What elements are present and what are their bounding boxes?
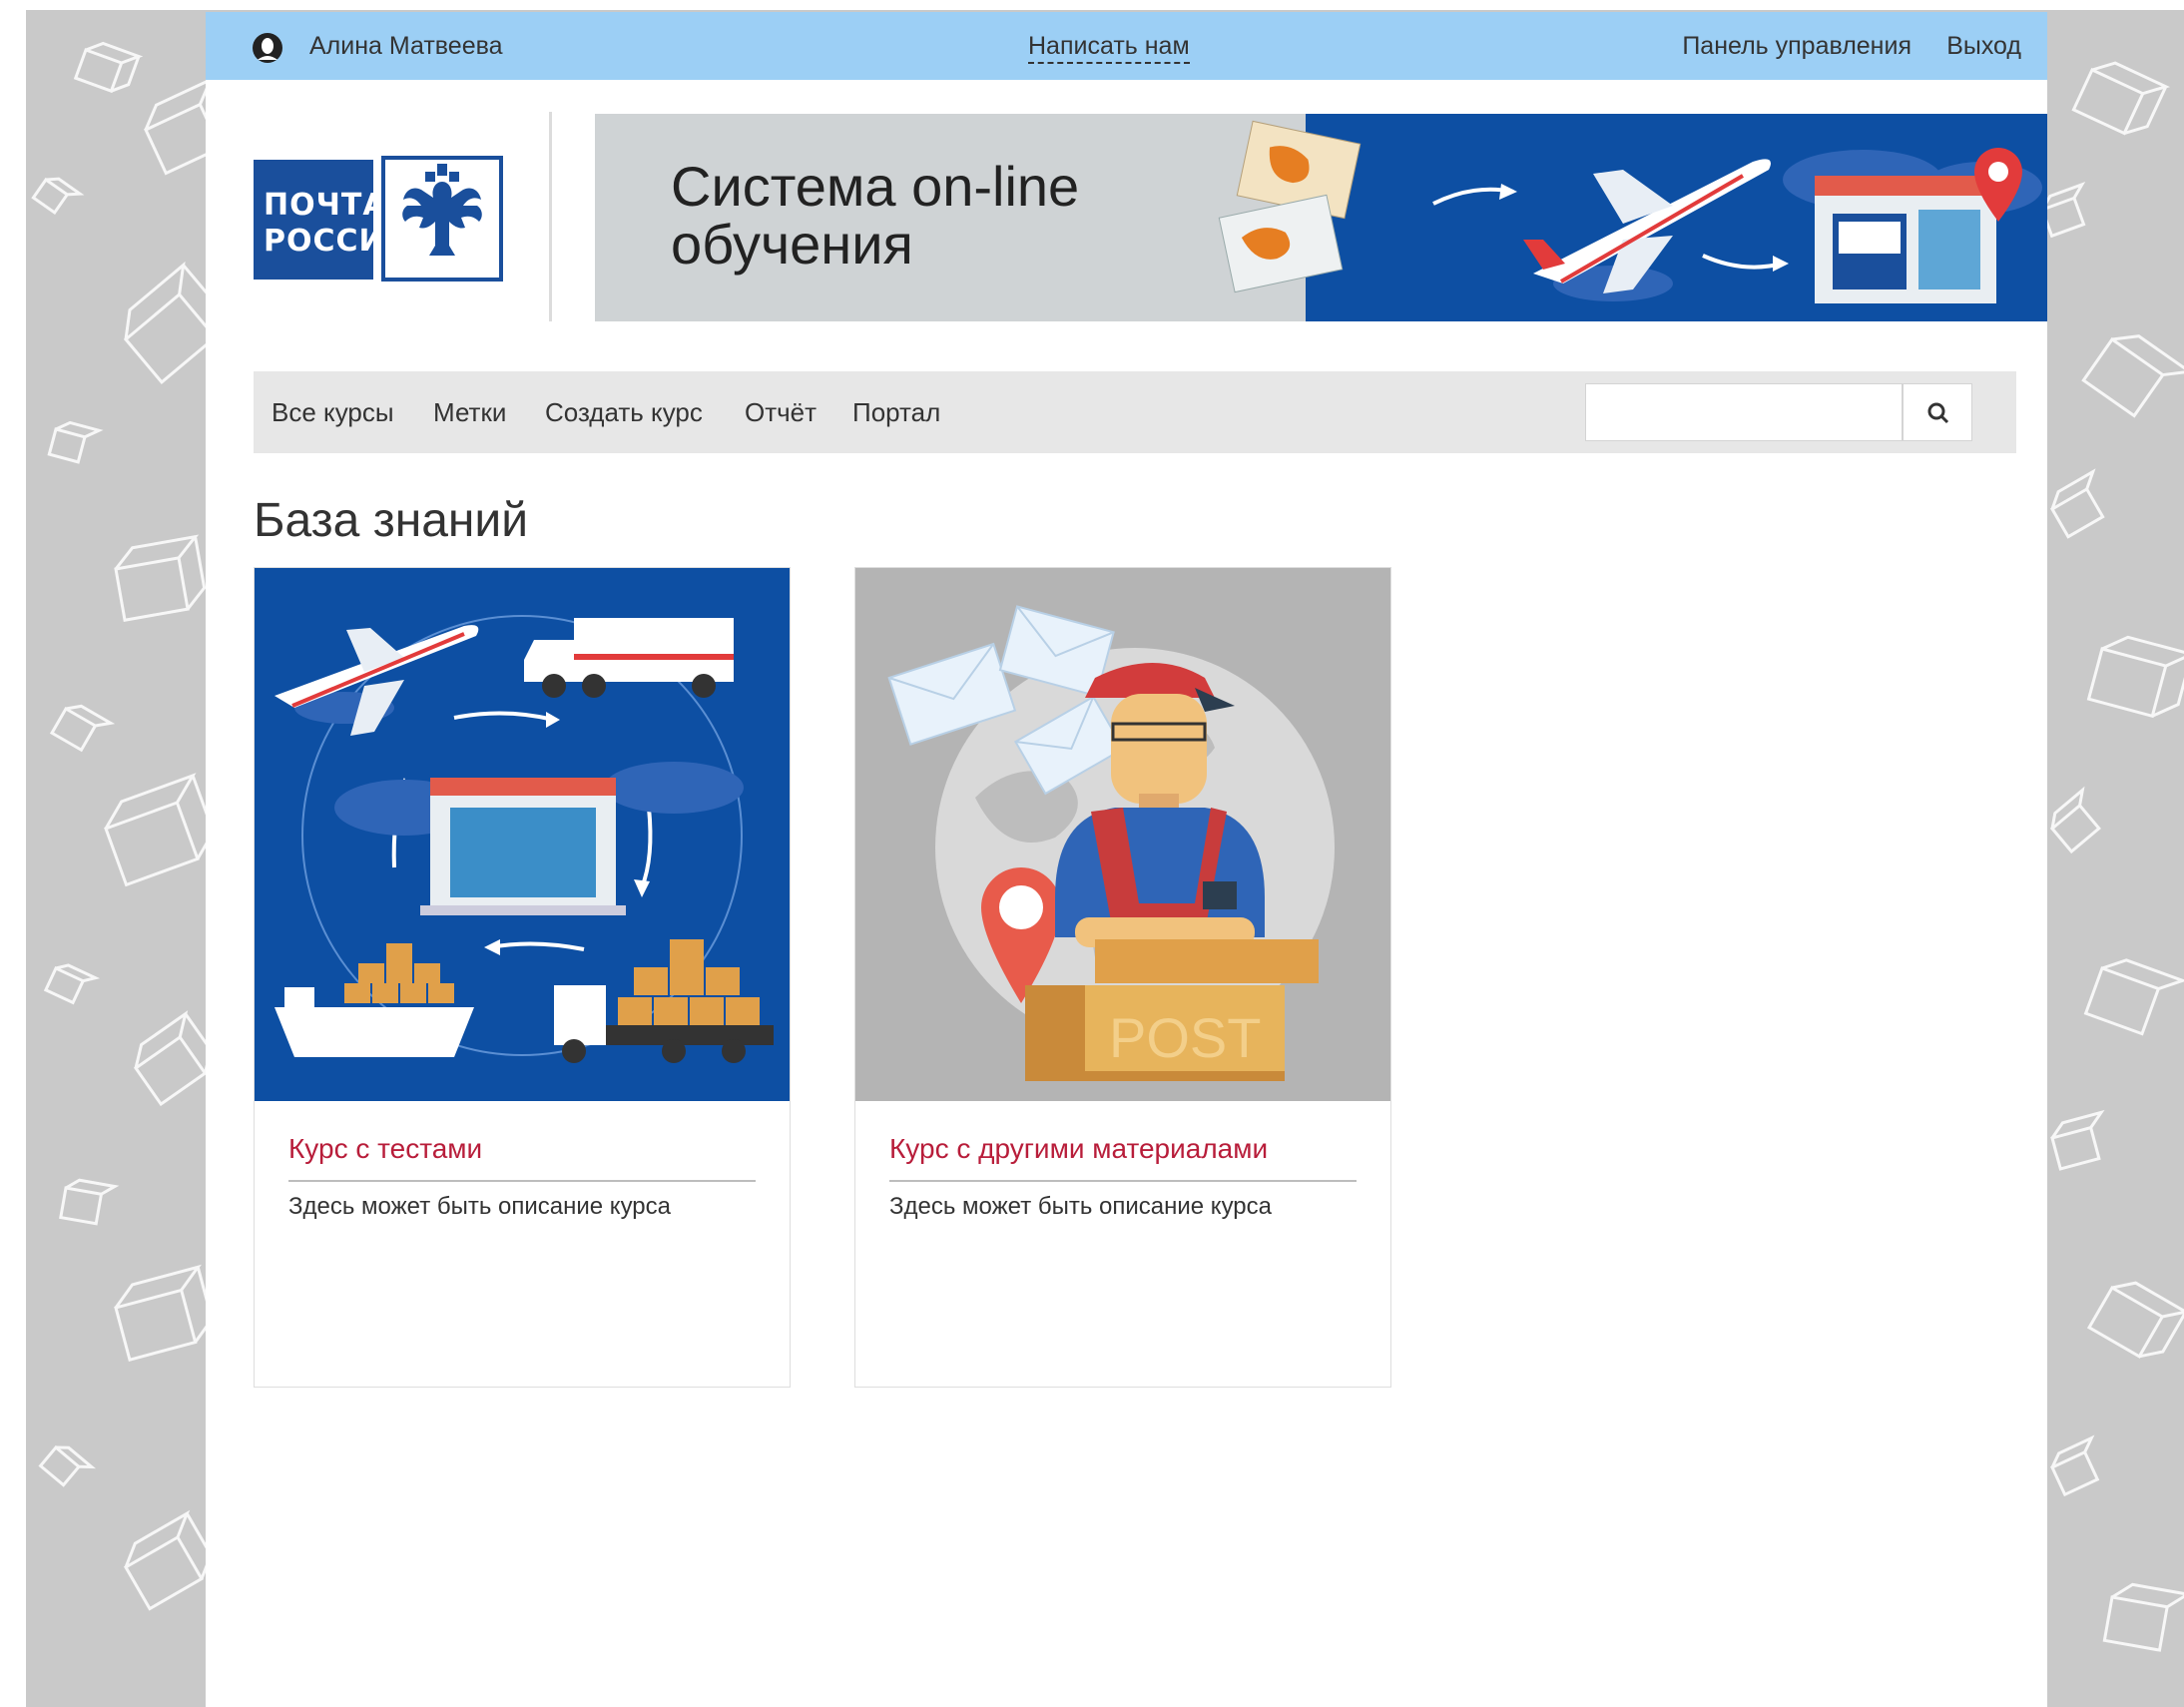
search-input[interactable] [1585,383,1903,441]
course-description: Здесь может быть описание курса [288,1193,671,1220]
nav-item-portal[interactable]: Портал [852,397,940,428]
nav-item-report[interactable]: Отчёт [745,397,817,428]
eagle-emblem-icon [381,156,503,282]
logo-line-1: ПОЧТА [264,188,387,223]
header-banner: Система on-line обучения [595,114,2047,321]
user-avatar-icon [253,33,282,63]
title-divider [288,1180,756,1182]
course-card-materials[interactable]: POST Курс с другими материалами Здесь мо… [854,567,1391,1388]
course-description: Здесь может быть описание курса [889,1193,1272,1220]
airplane-icon [1523,159,1771,301]
course-image-logistics[interactable] [255,568,790,1101]
logout-link[interactable]: Выход [1946,32,2021,61]
main-navigation: Все курсы Метки Создать курс Отчёт Порта… [254,371,2016,453]
arrow-2 [1702,254,1784,270]
course-image-postman[interactable]: POST [855,568,1390,1101]
pochta-logo-text[interactable]: ПОЧТА РОССИИ [254,160,410,280]
user-name[interactable]: Алина Матвеева [309,32,503,61]
main-sheet: Алина Матвеева Написать нам Панель управ… [206,12,2047,1707]
banner-illustration [1218,120,2042,303]
title-divider [889,1180,1357,1182]
course-title-link[interactable]: Курс с тестами [288,1133,482,1165]
postcards-icon [1218,120,1362,293]
contact-us-link[interactable]: Написать нам [1028,32,1190,64]
course-title-link[interactable]: Курс с другими материалами [889,1133,1268,1165]
nav-item-all-courses[interactable]: Все курсы [272,397,394,428]
course-card-tests[interactable]: Курс с тестами Здесь может быть описание… [254,567,791,1388]
control-panel-link[interactable]: Панель управления [1682,32,1911,61]
post-office-icon [1815,176,1996,303]
search-button[interactable] [1903,383,1972,441]
post-box-label: POST [1109,1006,1261,1069]
header-divider [549,112,552,321]
search-icon [1927,402,1949,424]
nav-item-tags[interactable]: Метки [433,397,506,428]
top-user-bar: Алина Матвеева Написать нам Панель управ… [206,12,2047,80]
page-title: База знаний [254,494,529,547]
nav-item-create-course[interactable]: Создать курс [545,397,703,428]
